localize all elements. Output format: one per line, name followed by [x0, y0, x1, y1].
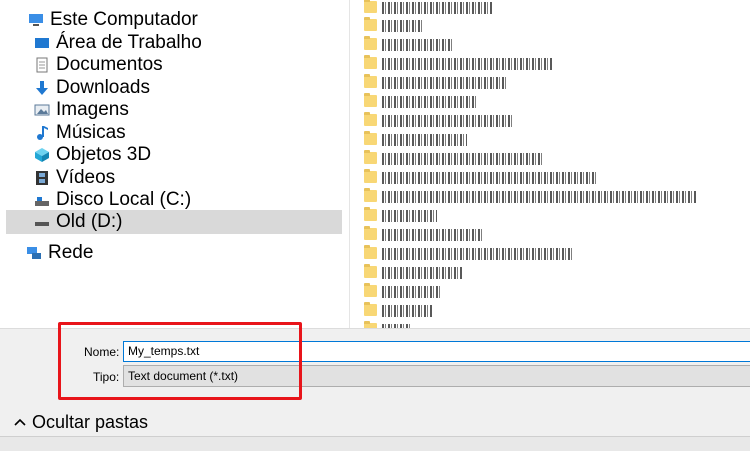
- folder-icon: [364, 93, 377, 107]
- folder-name-obscured: [382, 229, 482, 241]
- nav-item-este-computador[interactable]: Este Computador: [28, 9, 198, 31]
- drive-icon: [34, 214, 50, 230]
- bottom-edge: [0, 436, 750, 451]
- nav-item-rede[interactable]: Rede: [26, 242, 93, 264]
- folder-name-obscured: [382, 77, 507, 89]
- folder-row[interactable]: [364, 112, 744, 129]
- folder-icon: [364, 74, 377, 88]
- download-arrow-icon: [34, 80, 50, 96]
- hide-folders-label: Ocultar pastas: [32, 411, 149, 432]
- folder-row[interactable]: [364, 188, 744, 205]
- film-icon: [34, 170, 50, 186]
- desktop-icon: [34, 35, 50, 51]
- cube-icon: [34, 147, 50, 163]
- folder-row[interactable]: [364, 55, 744, 72]
- folder-name-obscured: [382, 286, 442, 298]
- folder-row[interactable]: [364, 131, 744, 148]
- image-icon: [34, 102, 50, 118]
- drive-icon: [34, 192, 50, 208]
- nav-item-label: Downloads: [56, 77, 150, 98]
- nav-item-label: Área de Trabalho: [56, 32, 202, 53]
- folder-icon: [364, 17, 377, 31]
- folder-name-obscured: [382, 2, 492, 14]
- annotation-highlight-box: [58, 322, 302, 400]
- nav-item-imagens[interactable]: Imagens: [34, 99, 129, 121]
- nav-item-objetos-3d[interactable]: Objetos 3D: [34, 144, 151, 166]
- file-list: [350, 0, 750, 328]
- network-icon: [26, 245, 42, 261]
- folder-name-obscured: [382, 248, 572, 260]
- nav-item-documentos[interactable]: Documentos: [34, 54, 163, 76]
- nav-item-label: Old (D:): [56, 211, 123, 232]
- folder-name-obscured: [382, 267, 462, 279]
- folder-icon: [364, 188, 377, 202]
- folder-name-obscured: [382, 20, 422, 32]
- folder-icon: [364, 150, 377, 164]
- folder-row[interactable]: [364, 264, 744, 281]
- folder-icon: [364, 264, 377, 278]
- folder-name-obscured: [382, 39, 452, 51]
- nav-item-label: Vídeos: [56, 167, 116, 188]
- folder-icon: [364, 36, 377, 50]
- nav-item-disco-local-c[interactable]: Disco Local (C:): [34, 189, 191, 211]
- folder-icon: [364, 169, 377, 183]
- folder-icon: [364, 283, 377, 297]
- folder-name-obscured: [382, 191, 697, 203]
- nav-item-label: Objetos 3D: [56, 144, 152, 165]
- nav-item-label: Documentos: [56, 54, 163, 75]
- hide-folders-button[interactable]: Ocultar pastas: [14, 410, 148, 434]
- nav-item-musicas[interactable]: Músicas: [34, 122, 126, 144]
- nav-item-label: Rede: [48, 242, 94, 263]
- nav-item-label: Disco Local (C:): [56, 189, 192, 210]
- folder-row[interactable]: [364, 302, 744, 319]
- folder-name-obscured: [382, 58, 552, 70]
- folder-name-obscured: [382, 96, 477, 108]
- folder-name-obscured: [382, 305, 432, 317]
- nav-item-label: Imagens: [56, 99, 129, 120]
- folder-row[interactable]: [364, 169, 744, 186]
- folder-row[interactable]: [364, 207, 744, 224]
- folder-name-obscured: [382, 134, 467, 146]
- folder-row[interactable]: [364, 245, 744, 262]
- nav-item-label: Este Computador: [50, 9, 198, 30]
- folder-icon: [364, 302, 377, 316]
- folder-icon: [364, 245, 377, 259]
- folder-icon: [364, 55, 377, 69]
- folder-row[interactable]: [364, 0, 744, 16]
- folder-row[interactable]: [364, 17, 744, 34]
- folder-name-obscured: [382, 210, 437, 222]
- folder-row[interactable]: [364, 74, 744, 91]
- nav-item-downloads[interactable]: Downloads: [34, 77, 150, 99]
- folder-icon: [364, 112, 377, 126]
- folder-row[interactable]: [364, 36, 744, 53]
- folder-name-obscured: [382, 153, 542, 165]
- folder-row[interactable]: [364, 150, 744, 167]
- nav-item-area-de-trabalho[interactable]: Área de Trabalho: [34, 32, 202, 54]
- folder-icon: [364, 131, 377, 145]
- folder-name-obscured: [382, 172, 597, 184]
- chevron-up-icon: [14, 414, 26, 430]
- folder-icon: [364, 226, 377, 240]
- folder-row[interactable]: [364, 226, 744, 243]
- computer-icon: [28, 12, 44, 28]
- navigation-pane: Este Computador Área de Trabalho Documen…: [0, 0, 342, 328]
- folder-name-obscured: [382, 115, 512, 127]
- music-note-icon: [34, 125, 50, 141]
- nav-item-label: Músicas: [56, 122, 126, 143]
- folder-icon: [364, 207, 377, 221]
- nav-item-videos[interactable]: Vídeos: [34, 167, 115, 189]
- document-icon: [34, 57, 50, 73]
- folder-row[interactable]: [364, 93, 744, 110]
- folder-row[interactable]: [364, 283, 744, 300]
- nav-item-old-d[interactable]: Old (D:): [6, 210, 342, 234]
- folder-icon: [364, 0, 377, 13]
